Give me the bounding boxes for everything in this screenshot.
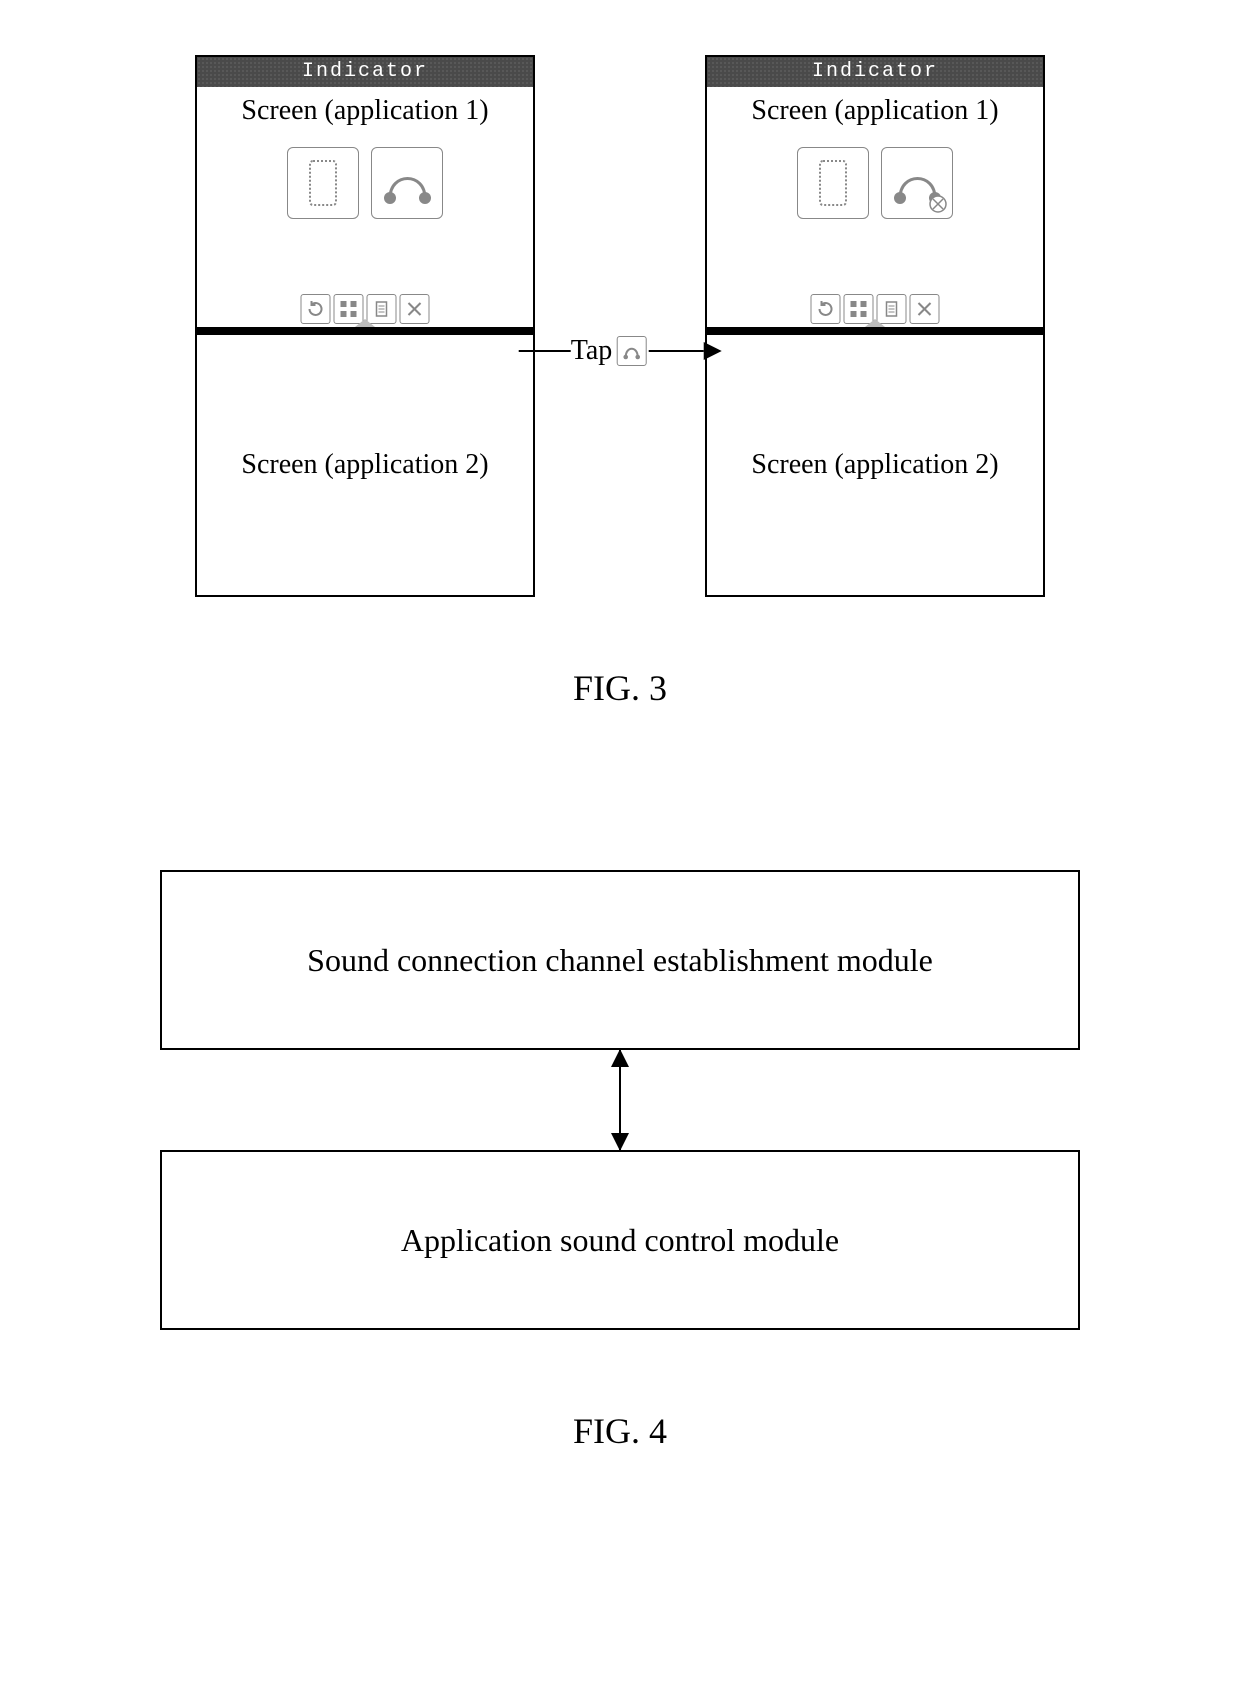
disabled-badge-icon <box>928 194 948 214</box>
phone-outline-icon[interactable] <box>797 147 869 219</box>
tap-arrow: Tap <box>519 335 722 367</box>
refresh-icon[interactable] <box>811 294 841 324</box>
phone-right: Indicator Screen (application 1) <box>705 55 1045 597</box>
arrowhead-icon <box>703 342 721 360</box>
split-divider[interactable] <box>707 327 1043 335</box>
screen-app2-label: Screen (application 2) <box>241 449 488 481</box>
big-icon-row <box>797 147 953 219</box>
screen-app1-label: Screen (application 1) <box>751 95 998 127</box>
arrow-line <box>519 350 571 352</box>
page: Indicator Screen (application 1) <box>0 0 1240 1695</box>
indicator-bar: Indicator <box>707 57 1043 87</box>
module-app-sound-control: Application sound control module <box>160 1150 1080 1330</box>
divider-caret-icon <box>865 319 885 327</box>
screen-app2-label: Screen (application 2) <box>751 449 998 481</box>
double-arrow-icon <box>619 1050 621 1150</box>
split-divider[interactable] <box>197 327 533 335</box>
headphones-small-icon <box>616 336 646 366</box>
divider-caret-icon <box>355 319 375 327</box>
fig4-caption: FIG. 4 <box>0 1410 1240 1452</box>
fig3-caption: FIG. 3 <box>0 667 1240 709</box>
headphones-disabled-icon[interactable] <box>881 147 953 219</box>
phone-left: Indicator Screen (application 1) <box>195 55 535 597</box>
fig4: Sound connection channel establishment m… <box>0 870 1240 1452</box>
fig3-row: Indicator Screen (application 1) <box>0 55 1240 597</box>
screen-app2: Screen (application 2) <box>197 335 533 595</box>
screen-app1: Screen (application 1) <box>197 87 533 327</box>
refresh-icon[interactable] <box>301 294 331 324</box>
close-icon[interactable] <box>400 294 430 324</box>
screen-app1: Screen (application 1) <box>707 87 1043 327</box>
module-sound-channel: Sound connection channel establishment m… <box>160 870 1080 1050</box>
fig3: Indicator Screen (application 1) <box>0 55 1240 709</box>
indicator-bar: Indicator <box>197 57 533 87</box>
headphones-icon[interactable] <box>371 147 443 219</box>
close-icon[interactable] <box>910 294 940 324</box>
arrow-line <box>648 350 703 352</box>
screen-app1-label: Screen (application 1) <box>241 95 488 127</box>
phone-outline-icon[interactable] <box>287 147 359 219</box>
tap-label: Tap <box>571 335 613 367</box>
big-icon-row <box>287 147 443 219</box>
screen-app2: Screen (application 2) <box>707 335 1043 595</box>
